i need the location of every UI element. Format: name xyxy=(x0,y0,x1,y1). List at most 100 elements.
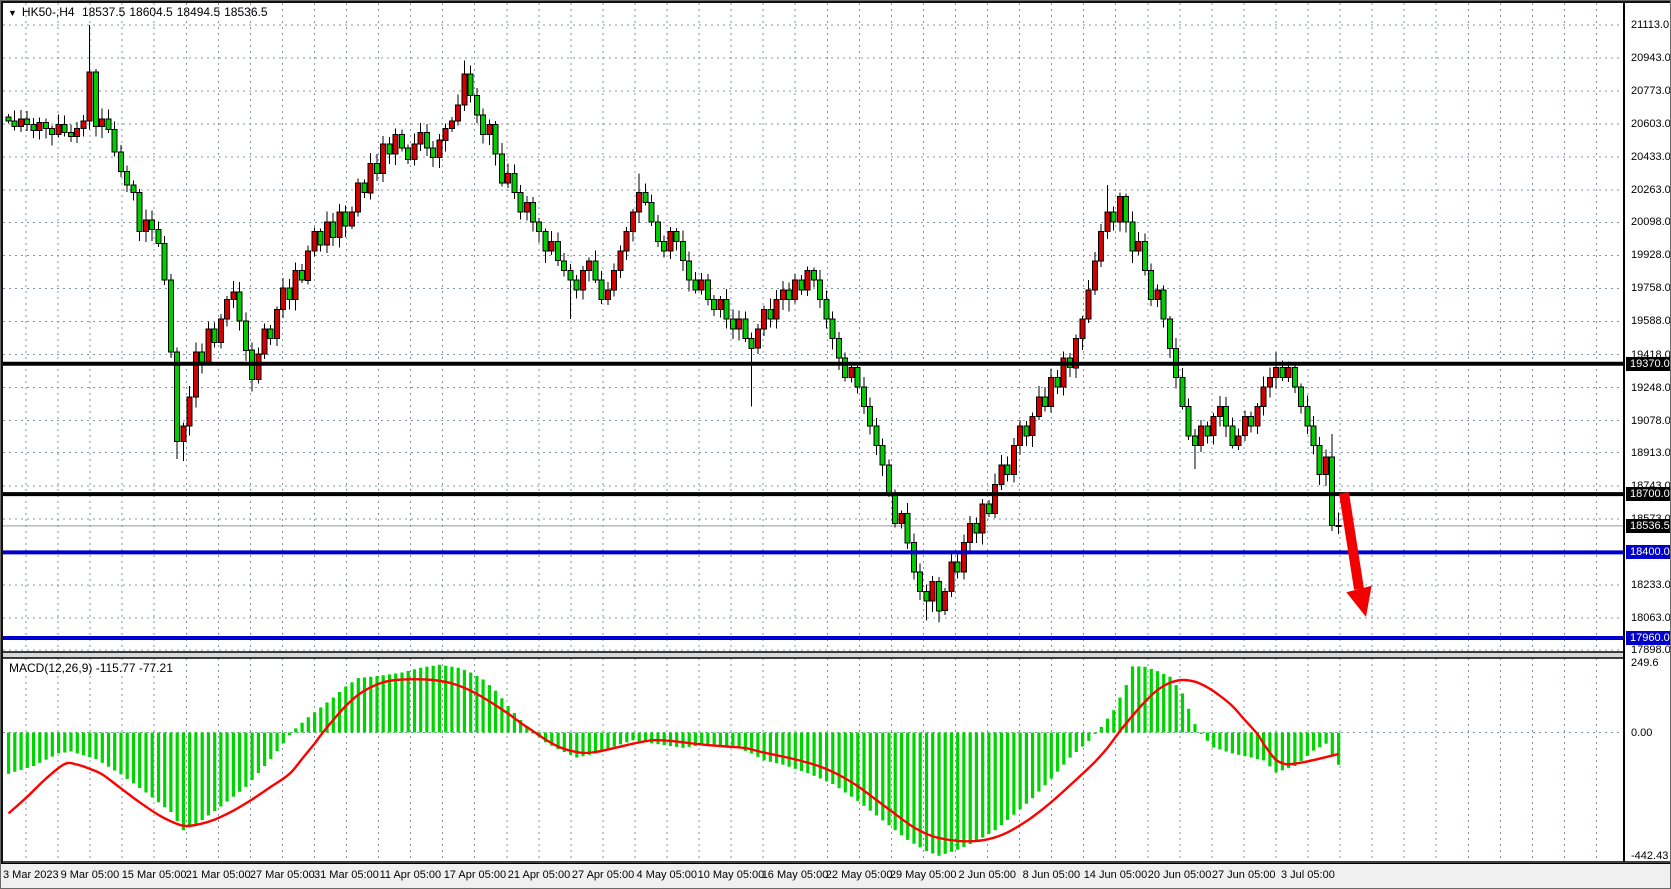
macd-zero-scale-label: 0.00 xyxy=(1631,727,1652,739)
candle-body xyxy=(75,129,80,137)
candle-body xyxy=(805,271,810,290)
candle-body xyxy=(637,193,642,212)
candle-body xyxy=(481,115,486,134)
candle-body xyxy=(949,562,954,591)
candle-body xyxy=(812,271,817,281)
macd-histogram-bar xyxy=(1318,733,1321,748)
macd-histogram-bar xyxy=(638,733,641,742)
macd-histogram-bar xyxy=(488,685,491,732)
macd-histogram-bar xyxy=(388,674,391,732)
candle-body xyxy=(793,280,798,299)
candle-body xyxy=(225,300,230,319)
macd-histogram-bar xyxy=(1006,733,1009,820)
macd-histogram-bar xyxy=(363,677,366,732)
macd-histogram-bar xyxy=(1081,733,1084,747)
candle-body xyxy=(437,140,442,158)
candle-body xyxy=(880,446,885,465)
macd-histogram-bar xyxy=(244,733,247,787)
candle-body xyxy=(256,354,261,379)
chart-canvas[interactable] xyxy=(1,1,1671,889)
candle-body xyxy=(156,230,161,244)
macd-histogram-bar xyxy=(107,733,110,767)
candle-body xyxy=(574,280,579,290)
candle-body xyxy=(1199,426,1204,445)
candle-body xyxy=(50,129,55,135)
candle-body xyxy=(743,319,748,338)
candle-body xyxy=(1217,407,1222,417)
candle-body xyxy=(737,319,742,329)
macd-histogram-bar xyxy=(1106,719,1109,733)
macd-histogram-bar xyxy=(201,733,204,821)
candle-body xyxy=(1280,368,1285,378)
macd-histogram-bar xyxy=(450,667,453,733)
breakdown-arrow-shaft[interactable] xyxy=(1344,493,1359,589)
macd-histogram-bar xyxy=(775,733,778,764)
date-tick-label: 16 May 05:00 xyxy=(762,869,829,881)
macd-histogram-bar xyxy=(856,733,859,801)
macd-histogram-bar xyxy=(719,733,722,746)
candle-body xyxy=(19,119,24,127)
candle-body xyxy=(100,119,105,127)
macd-histogram-bar xyxy=(45,733,48,760)
macd-histogram-bar xyxy=(713,733,716,745)
macd-histogram-bar xyxy=(788,733,791,767)
candle-body xyxy=(549,241,554,251)
candle-body xyxy=(1261,387,1266,406)
trading-chart-window: ▼HK50-,H4 18537.518604.518494.518536.5 M… xyxy=(0,0,1671,889)
candle-body xyxy=(306,251,311,280)
macd-histogram-bar xyxy=(7,733,10,774)
candle-body xyxy=(1224,407,1229,426)
candle-body xyxy=(649,202,654,221)
macd-histogram-bar xyxy=(1300,733,1303,761)
macd-histogram-bar xyxy=(1131,666,1134,732)
macd-histogram-bar xyxy=(419,668,422,733)
macd-histogram-bar xyxy=(1287,733,1290,769)
candle-body xyxy=(168,280,173,352)
breakdown-arrow-head[interactable] xyxy=(1346,586,1371,617)
macd-histogram-bar xyxy=(1025,733,1028,804)
macd-histogram-bar xyxy=(507,706,510,733)
candle-body xyxy=(762,309,767,328)
macd-histogram-bar xyxy=(157,733,160,803)
price-tick-label: 18233.0 xyxy=(1631,579,1671,591)
candle-body xyxy=(393,134,398,153)
macd-histogram-bar xyxy=(482,680,485,733)
candle-body xyxy=(262,329,267,354)
macd-histogram-bar xyxy=(13,733,16,772)
macd-histogram-bar xyxy=(975,733,978,842)
macd-histogram-bar xyxy=(1118,698,1121,733)
panel-separator[interactable] xyxy=(1,652,1624,658)
macd-histogram-bar xyxy=(725,733,728,746)
candle-body xyxy=(605,290,610,300)
candle-body xyxy=(687,261,692,280)
macd-histogram-bar xyxy=(1044,733,1047,786)
candle-body xyxy=(474,96,479,115)
macd-histogram-bar xyxy=(138,733,141,789)
macd-histogram-bar xyxy=(1150,669,1153,733)
macd-histogram-bar xyxy=(69,733,72,752)
candle-body xyxy=(986,504,991,514)
collapse-triangle-icon[interactable]: ▼ xyxy=(8,8,17,18)
macd-histogram-bar xyxy=(20,733,23,770)
candle-body xyxy=(868,407,873,426)
candle-body xyxy=(87,72,92,121)
macd-histogram-bar xyxy=(1275,733,1278,773)
candle-body xyxy=(1124,197,1129,222)
macd-histogram-bar xyxy=(188,733,191,828)
macd-histogram-bar xyxy=(101,733,104,763)
macd-histogram-bar xyxy=(82,733,85,756)
macd-histogram-bar xyxy=(1056,733,1059,772)
macd-histogram-bar xyxy=(819,733,822,779)
candle-body xyxy=(493,125,498,154)
macd-histogram-bar xyxy=(994,733,997,831)
macd-histogram-bar xyxy=(1069,733,1072,758)
macd-histogram-bar xyxy=(475,676,478,733)
macd-histogram-bar xyxy=(681,733,684,748)
macd-histogram-bar xyxy=(825,733,828,782)
candle-body xyxy=(356,183,361,212)
candle-body xyxy=(655,222,660,241)
macd-histogram-bar xyxy=(625,733,628,743)
macd-histogram-bar xyxy=(457,668,460,733)
macd-histogram-bar xyxy=(969,733,972,845)
price-tick-label: 19588.0 xyxy=(1631,315,1671,327)
